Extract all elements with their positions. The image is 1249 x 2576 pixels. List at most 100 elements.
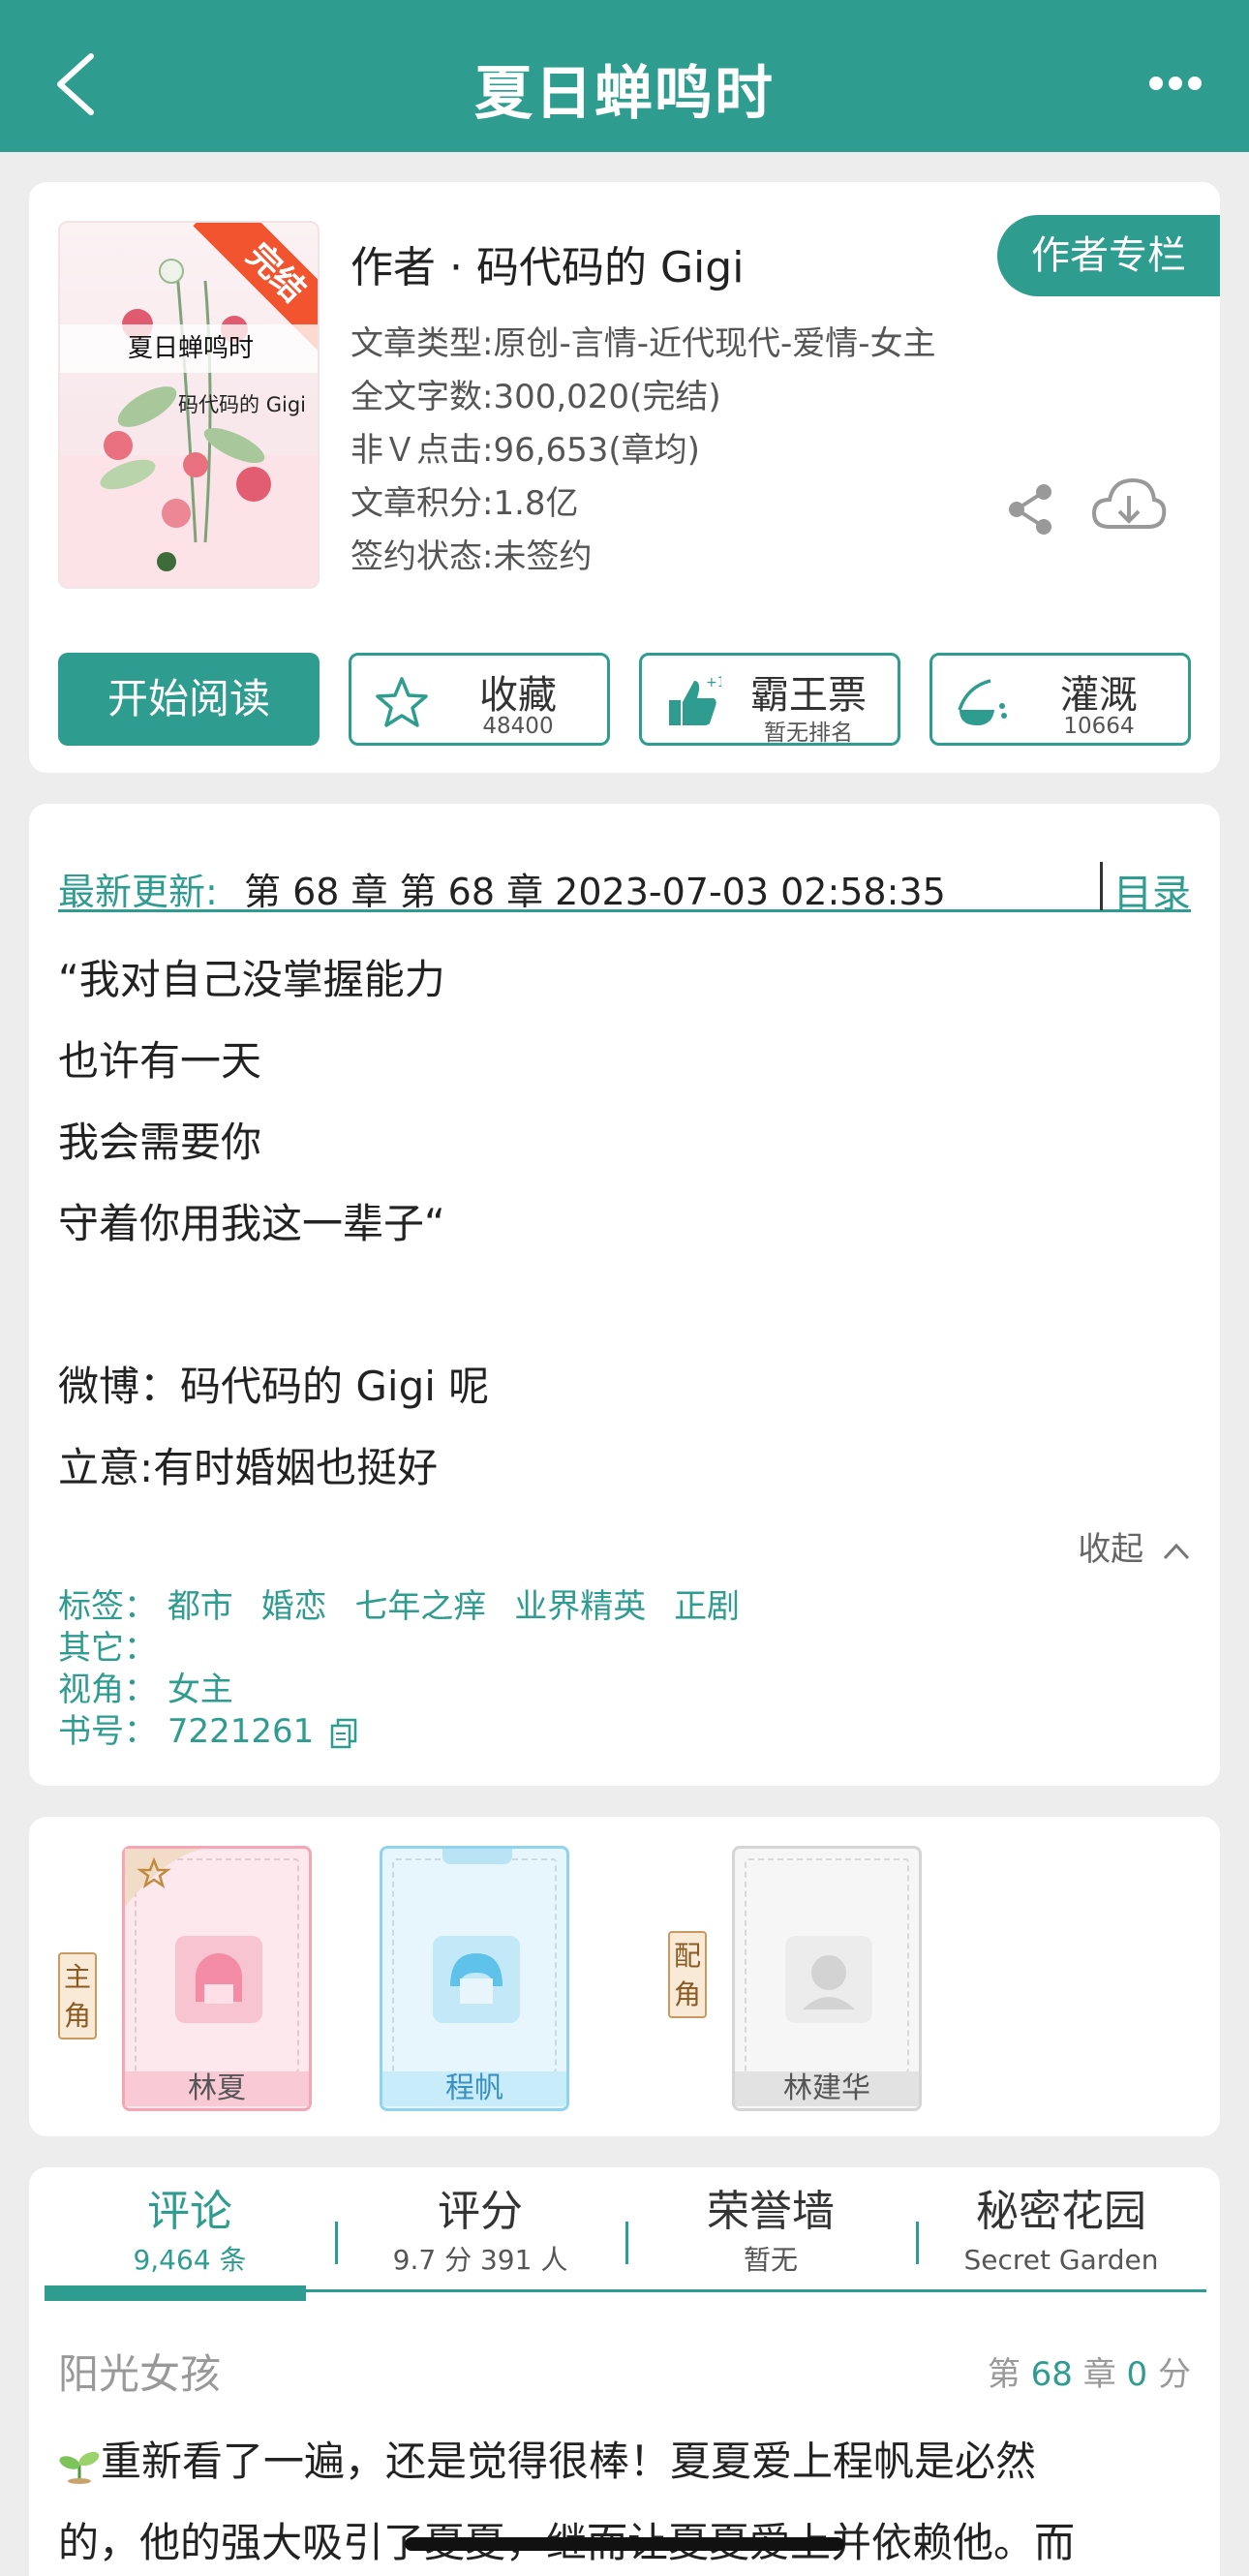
latest-update[interactable]: 最新更新: 第 68 章 第 68 章 2023-07-03 02:58:35 …	[58, 833, 1191, 916]
sprout-icon	[59, 2451, 100, 2484]
vote-button[interactable]: +1 霸王票 暂无排名	[639, 653, 900, 746]
collapse-button[interactable]: 收起	[1078, 1522, 1191, 1570]
character-name: 程帆	[382, 2071, 566, 2106]
action-buttons: 开始阅读 收藏 48400 +1 霸王票 暂无排名 灌溉 106	[58, 653, 1191, 746]
table-of-contents-link[interactable]: 目录	[1113, 862, 1191, 918]
tab-sub: 暂无	[743, 2244, 798, 2276]
water-button[interactable]: 灌溉 10664	[929, 653, 1191, 746]
book-id-label: 书号：	[58, 1712, 157, 1751]
home-indicator[interactable]	[405, 2537, 844, 2551]
character-card-linjianhua[interactable]: 林建华	[732, 1846, 922, 2111]
tags-row: 标签： 都市 婚恋 七年之痒 业界精英 正剧	[58, 1586, 757, 1628]
comments-card: 评论 9,464 条 评分 9.7 分 391 人 荣誉墙 暂无 秘密花园 Se…	[29, 2167, 1220, 2576]
author-name[interactable]: 作者 · 码代码的 Gigi	[350, 232, 744, 294]
view-value: 女主	[167, 1671, 233, 1709]
water-label: 灌溉	[1060, 673, 1138, 718]
meta-clicks: 非Ｖ点击:96,653(章均)	[350, 431, 700, 470]
view-row: 视角： 女主	[58, 1670, 757, 1711]
more-options-icon[interactable]	[1148, 76, 1203, 91]
characters-card: 主角 林夏 程帆 配角 林建华	[29, 1817, 1220, 2136]
tag-item[interactable]: 正剧	[674, 1587, 740, 1626]
other-label: 其它：	[58, 1629, 157, 1668]
thumbs-up-icon: +1	[669, 675, 721, 725]
vote-rank: 暂无排名	[764, 721, 853, 746]
character-card-linxia[interactable]: 林夏	[122, 1846, 312, 2111]
other-row: 其它：	[58, 1628, 757, 1670]
chevron-up-icon	[1163, 1543, 1190, 1559]
tab-label: 荣誉墙	[707, 2187, 835, 2236]
book-cover[interactable]: 完结 夏日蝉鸣时 码代码的 Gigi	[58, 221, 320, 589]
download-cloud-icon[interactable]	[1090, 473, 1168, 540]
meta-type: 文章类型:原创-言情-近代现代-爱情-女主	[350, 324, 936, 363]
vote-label: 霸王票	[750, 673, 867, 718]
meta-word-count: 全文字数:300,020(完结)	[350, 378, 721, 416]
chapter-suffix: 章	[1082, 2355, 1116, 2394]
book-tags: 标签： 都市 婚恋 七年之痒 业界精英 正剧 其它： 视角： 女主 书号： 72…	[58, 1586, 757, 1753]
description-line	[58, 1265, 489, 1346]
author-column-button[interactable]: 作者专栏	[997, 215, 1220, 296]
meta-score: 文章积分:1.8亿	[350, 484, 579, 523]
male-avatar-icon	[433, 1936, 520, 2023]
main-role-tag: 主角	[58, 1952, 97, 2039]
comment-line: 重新看了一遍，还是觉得很棒！夏夏爱上程帆是必然	[58, 2421, 1191, 2502]
page-title: 夏日蝉鸣时	[474, 60, 775, 128]
latest-update-value: 第 68 章 第 68 章 2023-07-03 02:58:35	[244, 871, 946, 913]
divider	[1100, 862, 1103, 910]
description-line: “我对自己没掌握能力	[58, 956, 445, 1003]
description-line: 微博：码代码的 Gigi 呢	[58, 1363, 490, 1410]
score-unit: 分	[1158, 2355, 1191, 2394]
comment-username[interactable]: 阳光女孩	[58, 2342, 221, 2401]
tag-item[interactable]: 业界精英	[514, 1587, 646, 1626]
book-id-value: 7221261	[167, 1712, 315, 1751]
tab-rating[interactable]: 评分 9.7 分 391 人	[335, 2183, 625, 2280]
default-avatar-icon	[785, 1936, 872, 2023]
female-avatar-icon	[175, 1936, 262, 2023]
tags-label: 标签：	[58, 1587, 157, 1626]
watering-icon	[958, 679, 1007, 725]
water-count: 10664	[1063, 714, 1135, 739]
collect-button[interactable]: 收藏 48400	[349, 653, 610, 746]
cover-title: 夏日蝉鸣时	[60, 324, 318, 373]
meta-sign-status: 签约状态:未签约	[350, 537, 593, 576]
book-info-card: 完结 夏日蝉鸣时 码代码的 Gigi 作者 · 码代码的 Gigi 作者专栏 文…	[29, 182, 1220, 773]
tab-label: 评分	[438, 2187, 523, 2236]
tab-label: 评论	[147, 2187, 232, 2236]
comment-chapter-score: 第 68 章 0 分	[988, 2347, 1191, 2395]
cover-author: 码代码的 Gigi	[178, 393, 306, 416]
tab-honor-wall[interactable]: 荣誉墙 暂无	[625, 2183, 916, 2280]
copy-icon[interactable]	[330, 1718, 357, 1749]
character-name: 林夏	[125, 2071, 309, 2106]
book-intro-card: 最新更新: 第 68 章 第 68 章 2023-07-03 02:58:35 …	[29, 804, 1220, 1786]
supporting-role-tag: 配角	[668, 1931, 707, 2018]
card-decoration	[442, 1849, 512, 1864]
tab-sub: Secret Garden	[963, 2244, 1159, 2276]
tab-sub: 9,464 条	[133, 2244, 247, 2276]
active-tab-indicator	[45, 2285, 306, 2301]
character-name: 林建华	[735, 2071, 919, 2106]
tab-label: 秘密花园	[976, 2187, 1146, 2236]
book-description: “我对自己没掌握能力 也许有一天 我会需要你 守着你用我这一辈子“ 微博：码代码…	[58, 939, 489, 1509]
character-card-chengfan[interactable]: 程帆	[380, 1846, 569, 2111]
collect-count: 48400	[482, 714, 554, 739]
latest-update-label: 最新更新:	[58, 871, 218, 913]
description-line: 守着你用我这一辈子“	[58, 1200, 445, 1247]
book-id-row: 书号： 7221261	[58, 1711, 757, 1753]
top-bar: 夏日蝉鸣时	[0, 0, 1249, 152]
collect-label: 收藏	[479, 673, 557, 718]
tab-sub: 9.7 分 391 人	[392, 2244, 568, 2276]
comment-body[interactable]: 重新看了一遍，还是觉得很棒！夏夏爱上程帆是必然 的，他的强大吸引了夏夏，继而让夏…	[58, 2421, 1191, 2576]
star-icon	[376, 677, 428, 727]
chapter-number: 68	[1030, 2355, 1073, 2394]
description-line: 立意:有时婚姻也挺好	[58, 1444, 439, 1491]
tab-secret-garden[interactable]: 秘密花园 Secret Garden	[916, 2183, 1206, 2280]
tag-item[interactable]: 都市	[168, 1587, 233, 1626]
tab-comments[interactable]: 评论 9,464 条	[45, 2183, 335, 2280]
description-line: 也许有一天	[58, 1037, 262, 1085]
tag-item[interactable]: 婚恋	[261, 1587, 327, 1626]
start-reading-button[interactable]: 开始阅读	[58, 653, 320, 746]
tag-item[interactable]: 七年之痒	[354, 1587, 486, 1626]
view-label: 视角：	[58, 1671, 157, 1709]
chapter-prefix: 第	[987, 2355, 1021, 2394]
share-icon[interactable]	[1003, 480, 1057, 538]
svg-text:+1: +1	[706, 675, 721, 690]
